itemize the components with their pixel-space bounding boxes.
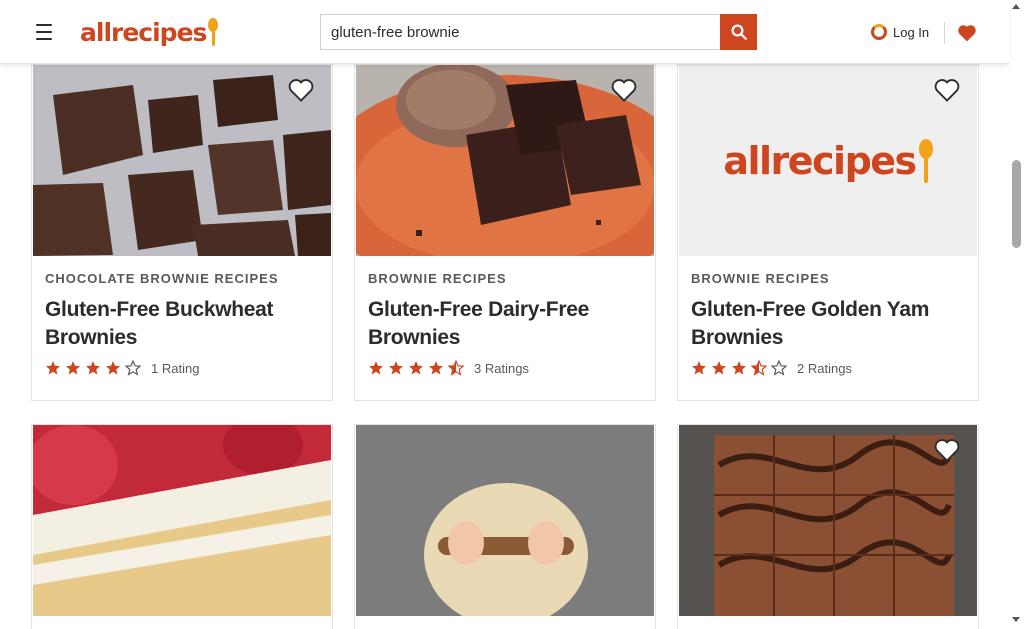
rating-stars <box>368 360 464 376</box>
recipe-rating: 1 Rating <box>45 360 199 376</box>
scroll-up-arrow-icon[interactable] <box>1012 4 1020 9</box>
save-recipe-button[interactable] <box>286 75 316 105</box>
allrecipes-logo[interactable]: allrecipes <box>78 14 219 50</box>
recipe-category[interactable]: Chocolate Brownie Recipes <box>45 271 279 286</box>
recipe-card[interactable] <box>677 424 979 629</box>
header-divider <box>944 22 945 44</box>
recipe-card[interactable] <box>354 424 656 629</box>
save-recipe-button[interactable] <box>932 435 962 465</box>
recipe-title[interactable]: Gluten-Free Dairy-Free Brownies <box>368 296 648 352</box>
login-button[interactable]: Log In <box>867 19 934 45</box>
menu-line <box>36 31 52 33</box>
rating-count: 3 Ratings <box>474 360 529 376</box>
favorites-button[interactable] <box>955 20 979 46</box>
allrecipes-logo-placeholder: allrecipes <box>723 138 933 183</box>
save-recipe-button[interactable] <box>609 75 639 105</box>
star-empty-icon <box>771 360 787 376</box>
star-full-icon <box>369 361 383 375</box>
recipe-title[interactable]: Gluten-Free Buckwheat Brownies <box>45 296 325 352</box>
page-scrollbar[interactable] <box>1009 0 1024 629</box>
hamburger-menu-icon[interactable] <box>30 18 58 46</box>
coconut-cake-strawberries-photo <box>33 425 331 616</box>
logo-text: allrecipes <box>80 17 207 47</box>
heart-outline-icon <box>934 439 960 462</box>
star-full-icon <box>409 361 423 375</box>
rating-stars <box>45 360 141 376</box>
rating-stars <box>691 360 787 376</box>
recipe-card[interactable]: Chocolate Brownie Recipes Gluten-Free Bu… <box>31 64 333 401</box>
spoon-icon <box>208 18 219 46</box>
rating-count: 2 Ratings <box>797 360 852 376</box>
star-empty-icon <box>125 360 141 376</box>
placeholder-logo-text: allrecipes <box>723 138 917 183</box>
star-full-icon <box>429 361 443 375</box>
star-full-icon <box>106 361 120 375</box>
recipe-category[interactable]: Brownie Recipes <box>368 271 507 286</box>
menu-line <box>36 38 52 40</box>
heart-outline-icon <box>611 79 637 102</box>
recipe-category[interactable]: Brownie Recipes <box>691 271 830 286</box>
star-half-icon <box>448 360 464 376</box>
heart-icon <box>958 25 976 42</box>
recipe-rating: 3 Ratings <box>368 360 529 376</box>
heart-outline-icon <box>288 79 314 102</box>
login-label: Log In <box>893 24 930 40</box>
search-button[interactable] <box>720 14 757 50</box>
star-half-icon <box>751 360 767 376</box>
star-full-icon <box>712 361 726 375</box>
star-full-icon <box>389 361 403 375</box>
save-recipe-button[interactable] <box>932 75 962 105</box>
user-icon <box>871 24 887 40</box>
recipe-card[interactable] <box>31 424 333 629</box>
rating-count: 1 Rating <box>151 360 200 376</box>
spoon-icon <box>918 138 933 183</box>
star-full-icon <box>46 361 60 375</box>
star-full-icon <box>692 361 706 375</box>
search-input[interactable] <box>320 14 720 50</box>
recipe-image[interactable] <box>356 425 654 616</box>
recipe-card[interactable]: allrecipes Brownie Recipes Gluten-Free G… <box>677 64 979 401</box>
menu-line <box>36 24 52 26</box>
rolling-pin-dough-photo <box>356 425 654 616</box>
search-icon <box>731 24 747 40</box>
star-full-icon <box>66 361 80 375</box>
recipe-card[interactable]: Brownie Recipes Gluten-Free Dairy-Free B… <box>354 64 656 401</box>
recipe-rating: 2 Ratings <box>691 360 852 376</box>
scrollbar-thumb[interactable] <box>1012 160 1021 248</box>
scroll-down-arrow-icon[interactable] <box>1012 617 1020 622</box>
recipe-title[interactable]: Gluten-Free Golden Yam Brownies <box>691 296 971 352</box>
star-full-icon <box>732 361 746 375</box>
recipe-image[interactable] <box>33 425 331 616</box>
star-full-icon <box>86 361 100 375</box>
heart-outline-icon <box>934 79 960 102</box>
site-header: allrecipes Log In <box>0 0 1009 64</box>
